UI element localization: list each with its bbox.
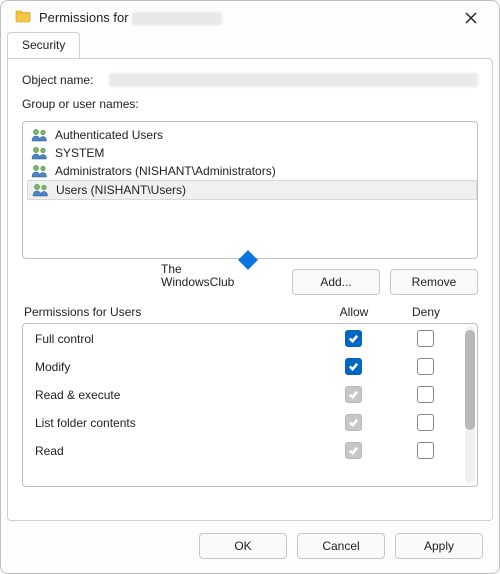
list-item-label: Users (NISHANT\Users) — [56, 183, 186, 197]
ok-button[interactable]: OK — [199, 533, 287, 559]
checkbox[interactable] — [345, 358, 362, 375]
checkbox[interactable] — [345, 386, 362, 403]
list-item-label: Administrators (NISHANT\Administrators) — [55, 164, 276, 178]
object-name-row: Object name: — [22, 73, 478, 87]
window-title-redacted — [132, 12, 222, 25]
allow-cell — [313, 442, 393, 459]
folder-icon — [15, 9, 31, 26]
user-group-icon — [31, 164, 49, 178]
table-row: List folder contents — [23, 408, 477, 436]
checkbox[interactable] — [417, 414, 434, 431]
deny-cell — [393, 358, 457, 375]
user-group-icon — [31, 128, 49, 142]
deny-cell — [393, 330, 457, 347]
permission-label: Full control — [35, 332, 313, 346]
group-or-user-names-label: Group or user names: — [22, 97, 478, 111]
table-row: Read — [23, 436, 477, 464]
permissions-for-label: Permissions for Users — [24, 305, 314, 319]
checkbox[interactable] — [417, 358, 434, 375]
apply-button[interactable]: Apply — [395, 533, 483, 559]
permission-label: Read — [35, 444, 313, 458]
permission-label: List folder contents — [35, 416, 313, 430]
deny-cell — [393, 414, 457, 431]
window-title: Permissions for — [39, 10, 449, 25]
deny-cell — [393, 386, 457, 403]
dialog-footer: OK Cancel Apply — [1, 529, 499, 573]
checkbox[interactable] — [417, 386, 434, 403]
permissions-heading: Permissions for Users Allow Deny — [22, 305, 478, 323]
close-icon — [464, 11, 478, 25]
tabs: Security — [1, 32, 499, 58]
object-name-label: Object name: — [22, 73, 93, 87]
allow-cell — [313, 386, 393, 403]
titlebar: Permissions for — [1, 1, 499, 32]
deny-cell — [393, 442, 457, 459]
user-group-icon — [31, 146, 49, 160]
checkbox[interactable] — [345, 442, 362, 459]
list-item-label: Authenticated Users — [55, 128, 163, 142]
allow-cell — [313, 330, 393, 347]
checkbox[interactable] — [417, 330, 434, 347]
checkbox[interactable] — [345, 414, 362, 431]
permission-label: Modify — [35, 360, 313, 374]
permissions-listbox[interactable]: Full control Modify Read & execute List fol… — [22, 323, 478, 487]
tab-content: Object name: Group or user names: Authen… — [7, 58, 493, 521]
checkbox[interactable] — [345, 330, 362, 347]
remove-button[interactable]: Remove — [390, 269, 478, 295]
object-name-value-redacted — [109, 73, 478, 87]
permission-label: Read & execute — [35, 388, 313, 402]
table-row: Full control — [23, 324, 477, 352]
user-group-icon — [32, 183, 50, 197]
column-allow: Allow — [314, 305, 394, 319]
list-item[interactable]: Administrators (NISHANT\Administrators) — [27, 162, 477, 180]
list-item[interactable]: Authenticated Users — [27, 126, 477, 144]
list-item[interactable]: Users (NISHANT\Users) — [27, 180, 477, 200]
column-deny: Deny — [394, 305, 458, 319]
checkbox[interactable] — [417, 442, 434, 459]
permissions-section: Permissions for Users Allow Deny Full co… — [22, 305, 478, 510]
close-button[interactable] — [457, 11, 485, 25]
allow-cell — [313, 358, 393, 375]
add-button[interactable]: Add... — [292, 269, 380, 295]
group-user-listbox[interactable]: Authenticated Users SYSTEM Administrators … — [22, 121, 478, 259]
allow-cell — [313, 414, 393, 431]
scrollbar-thumb[interactable] — [465, 330, 475, 430]
table-row: Read & execute — [23, 380, 477, 408]
tab-security[interactable]: Security — [7, 32, 80, 58]
list-item[interactable]: SYSTEM — [27, 144, 477, 162]
group-buttons-row: Add... Remove — [22, 269, 478, 295]
cancel-button[interactable]: Cancel — [297, 533, 385, 559]
list-item-label: SYSTEM — [55, 146, 104, 160]
table-row: Modify — [23, 352, 477, 380]
